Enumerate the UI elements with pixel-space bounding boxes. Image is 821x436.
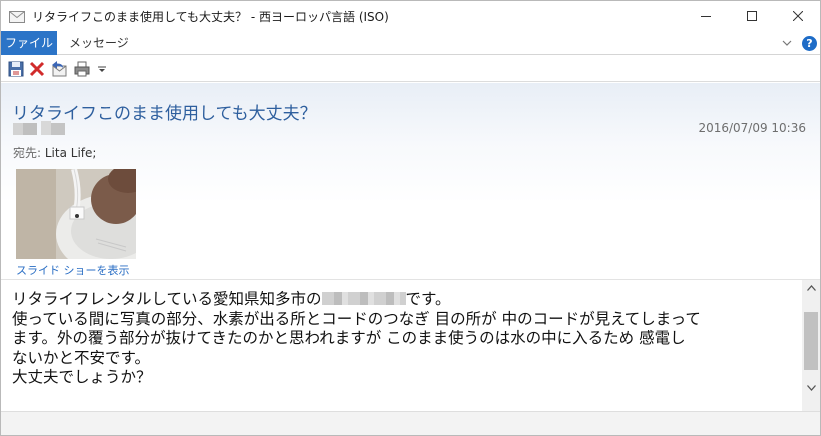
message-date: 2016/07/09 10:36 [698, 121, 806, 135]
maximize-button[interactable] [729, 1, 775, 31]
body-line-2: 使っている間に写真の部分、水素が出る所とコードのつなぎ 目の所が 中のコードが見… [12, 309, 701, 328]
envelope-icon [9, 11, 25, 23]
redacted-name [321, 292, 406, 305]
print-icon[interactable] [73, 60, 91, 78]
body-line-1-end: です。 [405, 290, 451, 308]
save-icon[interactable] [7, 60, 25, 78]
tab-file[interactable]: ファイル [1, 31, 57, 55]
email-window: リタライフこのまま使用しても大丈夫？ - 西ヨーロッパ言語 (ISO) ファイル… [0, 0, 821, 436]
body-line-1-start: リタライフレンタルしている愛知県知多市の [12, 290, 322, 308]
body-line-4: ないかと不安です。 [12, 348, 150, 367]
delete-icon[interactable] [28, 60, 46, 78]
status-bar [1, 411, 820, 435]
body-scrollbar[interactable] [802, 280, 820, 412]
chevron-down-icon[interactable] [781, 37, 793, 49]
scroll-up-button[interactable] [802, 280, 820, 296]
attachment-photo[interactable] [16, 169, 136, 259]
message-body[interactable]: リタライフレンタルしている愛知県知多市の です。 使っている間に写真の部分、水素が… [1, 279, 820, 412]
body-line-5: 大丈夫でしょうか？ [12, 368, 152, 386]
window-title: リタライフこのまま使用しても大丈夫？ - 西ヨーロッパ言語 (ISO) [32, 10, 389, 24]
title-bar[interactable]: リタライフこのまま使用しても大丈夫？ - 西ヨーロッパ言語 (ISO) [1, 1, 820, 31]
body-line-1: リタライフレンタルしている愛知県知多市の です。 [12, 290, 790, 310]
close-icon [793, 11, 803, 21]
chevron-up-icon [806, 285, 816, 291]
minimize-button[interactable] [683, 1, 729, 31]
message-body-text: リタライフレンタルしている愛知県知多市の です。 使っている間に写真の部分、水素が… [12, 290, 790, 388]
slideshow-link[interactable]: スライド ショーを表示 [16, 262, 130, 278]
maximize-icon [747, 11, 757, 21]
sender-redacted [13, 121, 65, 135]
recipient-value[interactable]: Lita Life; [45, 146, 97, 160]
quick-toolbar [1, 56, 820, 82]
recipient-line: 宛先: Lita Life; [13, 144, 96, 161]
close-button[interactable] [775, 1, 820, 31]
help-icon[interactable]: ? [802, 36, 817, 51]
body-line-3: ます。外の覆う部分が抜けてきたのかと思われますが このまま使うのは水の中に入るた… [12, 329, 686, 347]
customize-dropdown-icon[interactable] [96, 60, 108, 78]
ribbon-tab-bar: ファイル メッセージ ? [1, 31, 820, 55]
recipient-label: 宛先: [13, 146, 42, 160]
minimize-icon [701, 16, 711, 17]
tab-message[interactable]: メッセージ [69, 31, 129, 55]
message-header: リタライフこのまま使用しても大丈夫？ 2016/07/09 10:36 宛先: … [1, 83, 820, 278]
scroll-down-button[interactable] [802, 380, 820, 396]
chevron-down-icon [806, 385, 816, 391]
scroll-thumb[interactable] [804, 312, 818, 370]
reply-icon[interactable] [50, 60, 68, 78]
